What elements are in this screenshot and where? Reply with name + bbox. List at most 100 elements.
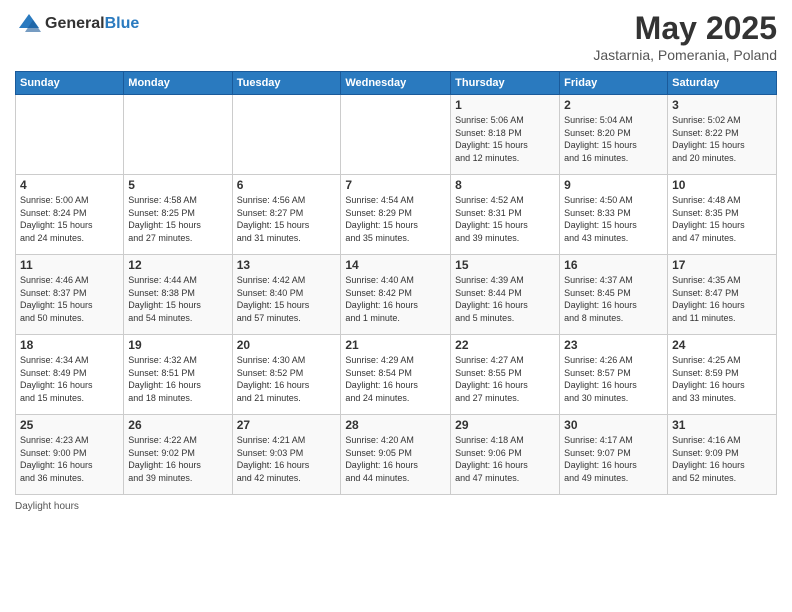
day-cell: 22Sunrise: 4:27 AMSunset: 8:55 PMDayligh… — [451, 335, 560, 415]
day-cell: 7 Sunrise: 4:54 AMSunset: 8:29 PMDaylight… — [341, 175, 451, 255]
day-info: Sunrise: 4:44 AMSunset: 8:38 PMDaylight:… — [128, 274, 227, 324]
day-info: Sunrise: 4:27 AMSunset: 8:55 PMDaylight:… — [455, 354, 555, 404]
day-info: Sunrise: 4:16 AMSunset: 9:09 PMDaylight:… — [672, 434, 772, 484]
footer: Daylight hours — [15, 501, 777, 512]
day-cell: 4 Sunrise: 5:00 AMSunset: 8:24 PMDaylight… — [16, 175, 124, 255]
main-title: May 2025 — [593, 10, 777, 47]
week-row-3: 18 Sunrise: 4:34 AMSunset: 8:49 PMDayligh… — [16, 335, 777, 415]
day-cell: 1 Sunrise: 5:06 AMSunset: 8:18 PMDaylight… — [451, 95, 560, 175]
col-header-tuesday: Tuesday — [232, 72, 341, 95]
header: GeneralBlue May 2025 Jastarnia, Pomerani… — [15, 10, 777, 63]
day-info: Sunrise: 5:00 AMSunset: 8:24 PMDaylight:… — [20, 194, 119, 244]
day-cell: 6Sunrise: 4:56 AMSunset: 8:27 PMDaylight… — [232, 175, 341, 255]
day-cell — [232, 95, 341, 175]
calendar: SundayMondayTuesdayWednesdayThursdayFrid… — [15, 71, 777, 495]
day-number: 29 — [455, 418, 555, 432]
day-number: 26 — [128, 418, 227, 432]
day-info: Sunrise: 4:54 AMSunset: 8:29 PMDaylight:… — [345, 194, 446, 244]
day-number: 5 — [128, 178, 227, 192]
day-number: 11 — [20, 258, 119, 272]
col-header-monday: Monday — [124, 72, 232, 95]
day-number: 10 — [672, 178, 772, 192]
day-info: Sunrise: 4:52 AMSunset: 8:31 PMDaylight:… — [455, 194, 555, 244]
day-info: Sunrise: 4:17 AMSunset: 9:07 PMDaylight:… — [564, 434, 663, 484]
day-cell: 30 Sunrise: 4:17 AMSunset: 9:07 PMDayligh… — [560, 415, 668, 495]
day-cell: 13Sunrise: 4:42 AMSunset: 8:40 PMDayligh… — [232, 255, 341, 335]
day-cell: 8 Sunrise: 4:52 AMSunset: 8:31 PMDaylight… — [451, 175, 560, 255]
day-number: 3 — [672, 98, 772, 112]
day-number: 21 — [345, 338, 446, 352]
day-number: 24 — [672, 338, 772, 352]
day-cell — [16, 95, 124, 175]
logo-icon — [15, 10, 43, 38]
day-cell: 9 Sunrise: 4:50 AMSunset: 8:33 PMDaylight… — [560, 175, 668, 255]
week-row-4: 25Sunrise: 4:23 AMSunset: 9:00 PMDayligh… — [16, 415, 777, 495]
day-info: Sunrise: 4:30 AMSunset: 8:52 PMDaylight:… — [237, 354, 337, 404]
col-header-sunday: Sunday — [16, 72, 124, 95]
day-number: 2 — [564, 98, 663, 112]
logo-blue: Blue — [105, 15, 140, 32]
day-cell — [124, 95, 232, 175]
day-number: 12 — [128, 258, 227, 272]
day-cell — [341, 95, 451, 175]
col-header-saturday: Saturday — [668, 72, 777, 95]
logo: GeneralBlue — [15, 10, 139, 38]
day-info: Sunrise: 4:39 AMSunset: 8:44 PMDaylight:… — [455, 274, 555, 324]
day-cell: 17Sunrise: 4:35 AMSunset: 8:47 PMDayligh… — [668, 255, 777, 335]
day-info: Sunrise: 4:37 AMSunset: 8:45 PMDaylight:… — [564, 274, 663, 324]
week-row-0: 1 Sunrise: 5:06 AMSunset: 8:18 PMDaylight… — [16, 95, 777, 175]
day-number: 15 — [455, 258, 555, 272]
day-info: Sunrise: 4:50 AMSunset: 8:33 PMDaylight:… — [564, 194, 663, 244]
day-number: 28 — [345, 418, 446, 432]
footer-text: Daylight hours — [15, 501, 79, 512]
day-number: 20 — [237, 338, 337, 352]
day-number: 8 — [455, 178, 555, 192]
day-number: 27 — [237, 418, 337, 432]
day-cell: 15 Sunrise: 4:39 AMSunset: 8:44 PMDayligh… — [451, 255, 560, 335]
week-row-2: 11 Sunrise: 4:46 AMSunset: 8:37 PMDayligh… — [16, 255, 777, 335]
day-cell: 24 Sunrise: 4:25 AMSunset: 8:59 PMDayligh… — [668, 335, 777, 415]
day-number: 23 — [564, 338, 663, 352]
day-cell: 27Sunrise: 4:21 AMSunset: 9:03 PMDayligh… — [232, 415, 341, 495]
day-info: Sunrise: 4:23 AMSunset: 9:00 PMDaylight:… — [20, 434, 119, 484]
day-number: 4 — [20, 178, 119, 192]
day-number: 13 — [237, 258, 337, 272]
day-info: Sunrise: 5:04 AMSunset: 8:20 PMDaylight:… — [564, 114, 663, 164]
day-cell: 2 Sunrise: 5:04 AMSunset: 8:20 PMDaylight… — [560, 95, 668, 175]
col-header-thursday: Thursday — [451, 72, 560, 95]
day-cell: 26 Sunrise: 4:22 AMSunset: 9:02 PMDayligh… — [124, 415, 232, 495]
day-number: 19 — [128, 338, 227, 352]
day-info: Sunrise: 4:40 AMSunset: 8:42 PMDaylight:… — [345, 274, 446, 324]
week-row-1: 4 Sunrise: 5:00 AMSunset: 8:24 PMDaylight… — [16, 175, 777, 255]
col-header-wednesday: Wednesday — [341, 72, 451, 95]
day-info: Sunrise: 4:29 AMSunset: 8:54 PMDaylight:… — [345, 354, 446, 404]
page: GeneralBlue May 2025 Jastarnia, Pomerani… — [0, 0, 792, 612]
day-cell: 10Sunrise: 4:48 AMSunset: 8:35 PMDayligh… — [668, 175, 777, 255]
day-info: Sunrise: 5:02 AMSunset: 8:22 PMDaylight:… — [672, 114, 772, 164]
day-number: 18 — [20, 338, 119, 352]
day-number: 14 — [345, 258, 446, 272]
day-info: Sunrise: 5:06 AMSunset: 8:18 PMDaylight:… — [455, 114, 555, 164]
day-cell: 19Sunrise: 4:32 AMSunset: 8:51 PMDayligh… — [124, 335, 232, 415]
day-number: 31 — [672, 418, 772, 432]
calendar-header-row: SundayMondayTuesdayWednesdayThursdayFrid… — [16, 72, 777, 95]
day-number: 7 — [345, 178, 446, 192]
subtitle: Jastarnia, Pomerania, Poland — [593, 47, 777, 63]
day-number: 1 — [455, 98, 555, 112]
day-info: Sunrise: 4:34 AMSunset: 8:49 PMDaylight:… — [20, 354, 119, 404]
day-info: Sunrise: 4:22 AMSunset: 9:02 PMDaylight:… — [128, 434, 227, 484]
day-info: Sunrise: 4:46 AMSunset: 8:37 PMDaylight:… — [20, 274, 119, 324]
day-cell: 31 Sunrise: 4:16 AMSunset: 9:09 PMDayligh… — [668, 415, 777, 495]
day-number: 17 — [672, 258, 772, 272]
day-info: Sunrise: 4:25 AMSunset: 8:59 PMDaylight:… — [672, 354, 772, 404]
day-cell: 29Sunrise: 4:18 AMSunset: 9:06 PMDayligh… — [451, 415, 560, 495]
title-section: May 2025 Jastarnia, Pomerania, Poland — [593, 10, 777, 63]
day-number: 30 — [564, 418, 663, 432]
day-number: 9 — [564, 178, 663, 192]
logo-general: General — [45, 15, 105, 32]
day-cell: 28Sunrise: 4:20 AMSunset: 9:05 PMDayligh… — [341, 415, 451, 495]
day-cell: 5Sunrise: 4:58 AMSunset: 8:25 PMDaylight… — [124, 175, 232, 255]
day-cell: 23Sunrise: 4:26 AMSunset: 8:57 PMDayligh… — [560, 335, 668, 415]
day-cell: 11 Sunrise: 4:46 AMSunset: 8:37 PMDayligh… — [16, 255, 124, 335]
day-info: Sunrise: 4:56 AMSunset: 8:27 PMDaylight:… — [237, 194, 337, 244]
